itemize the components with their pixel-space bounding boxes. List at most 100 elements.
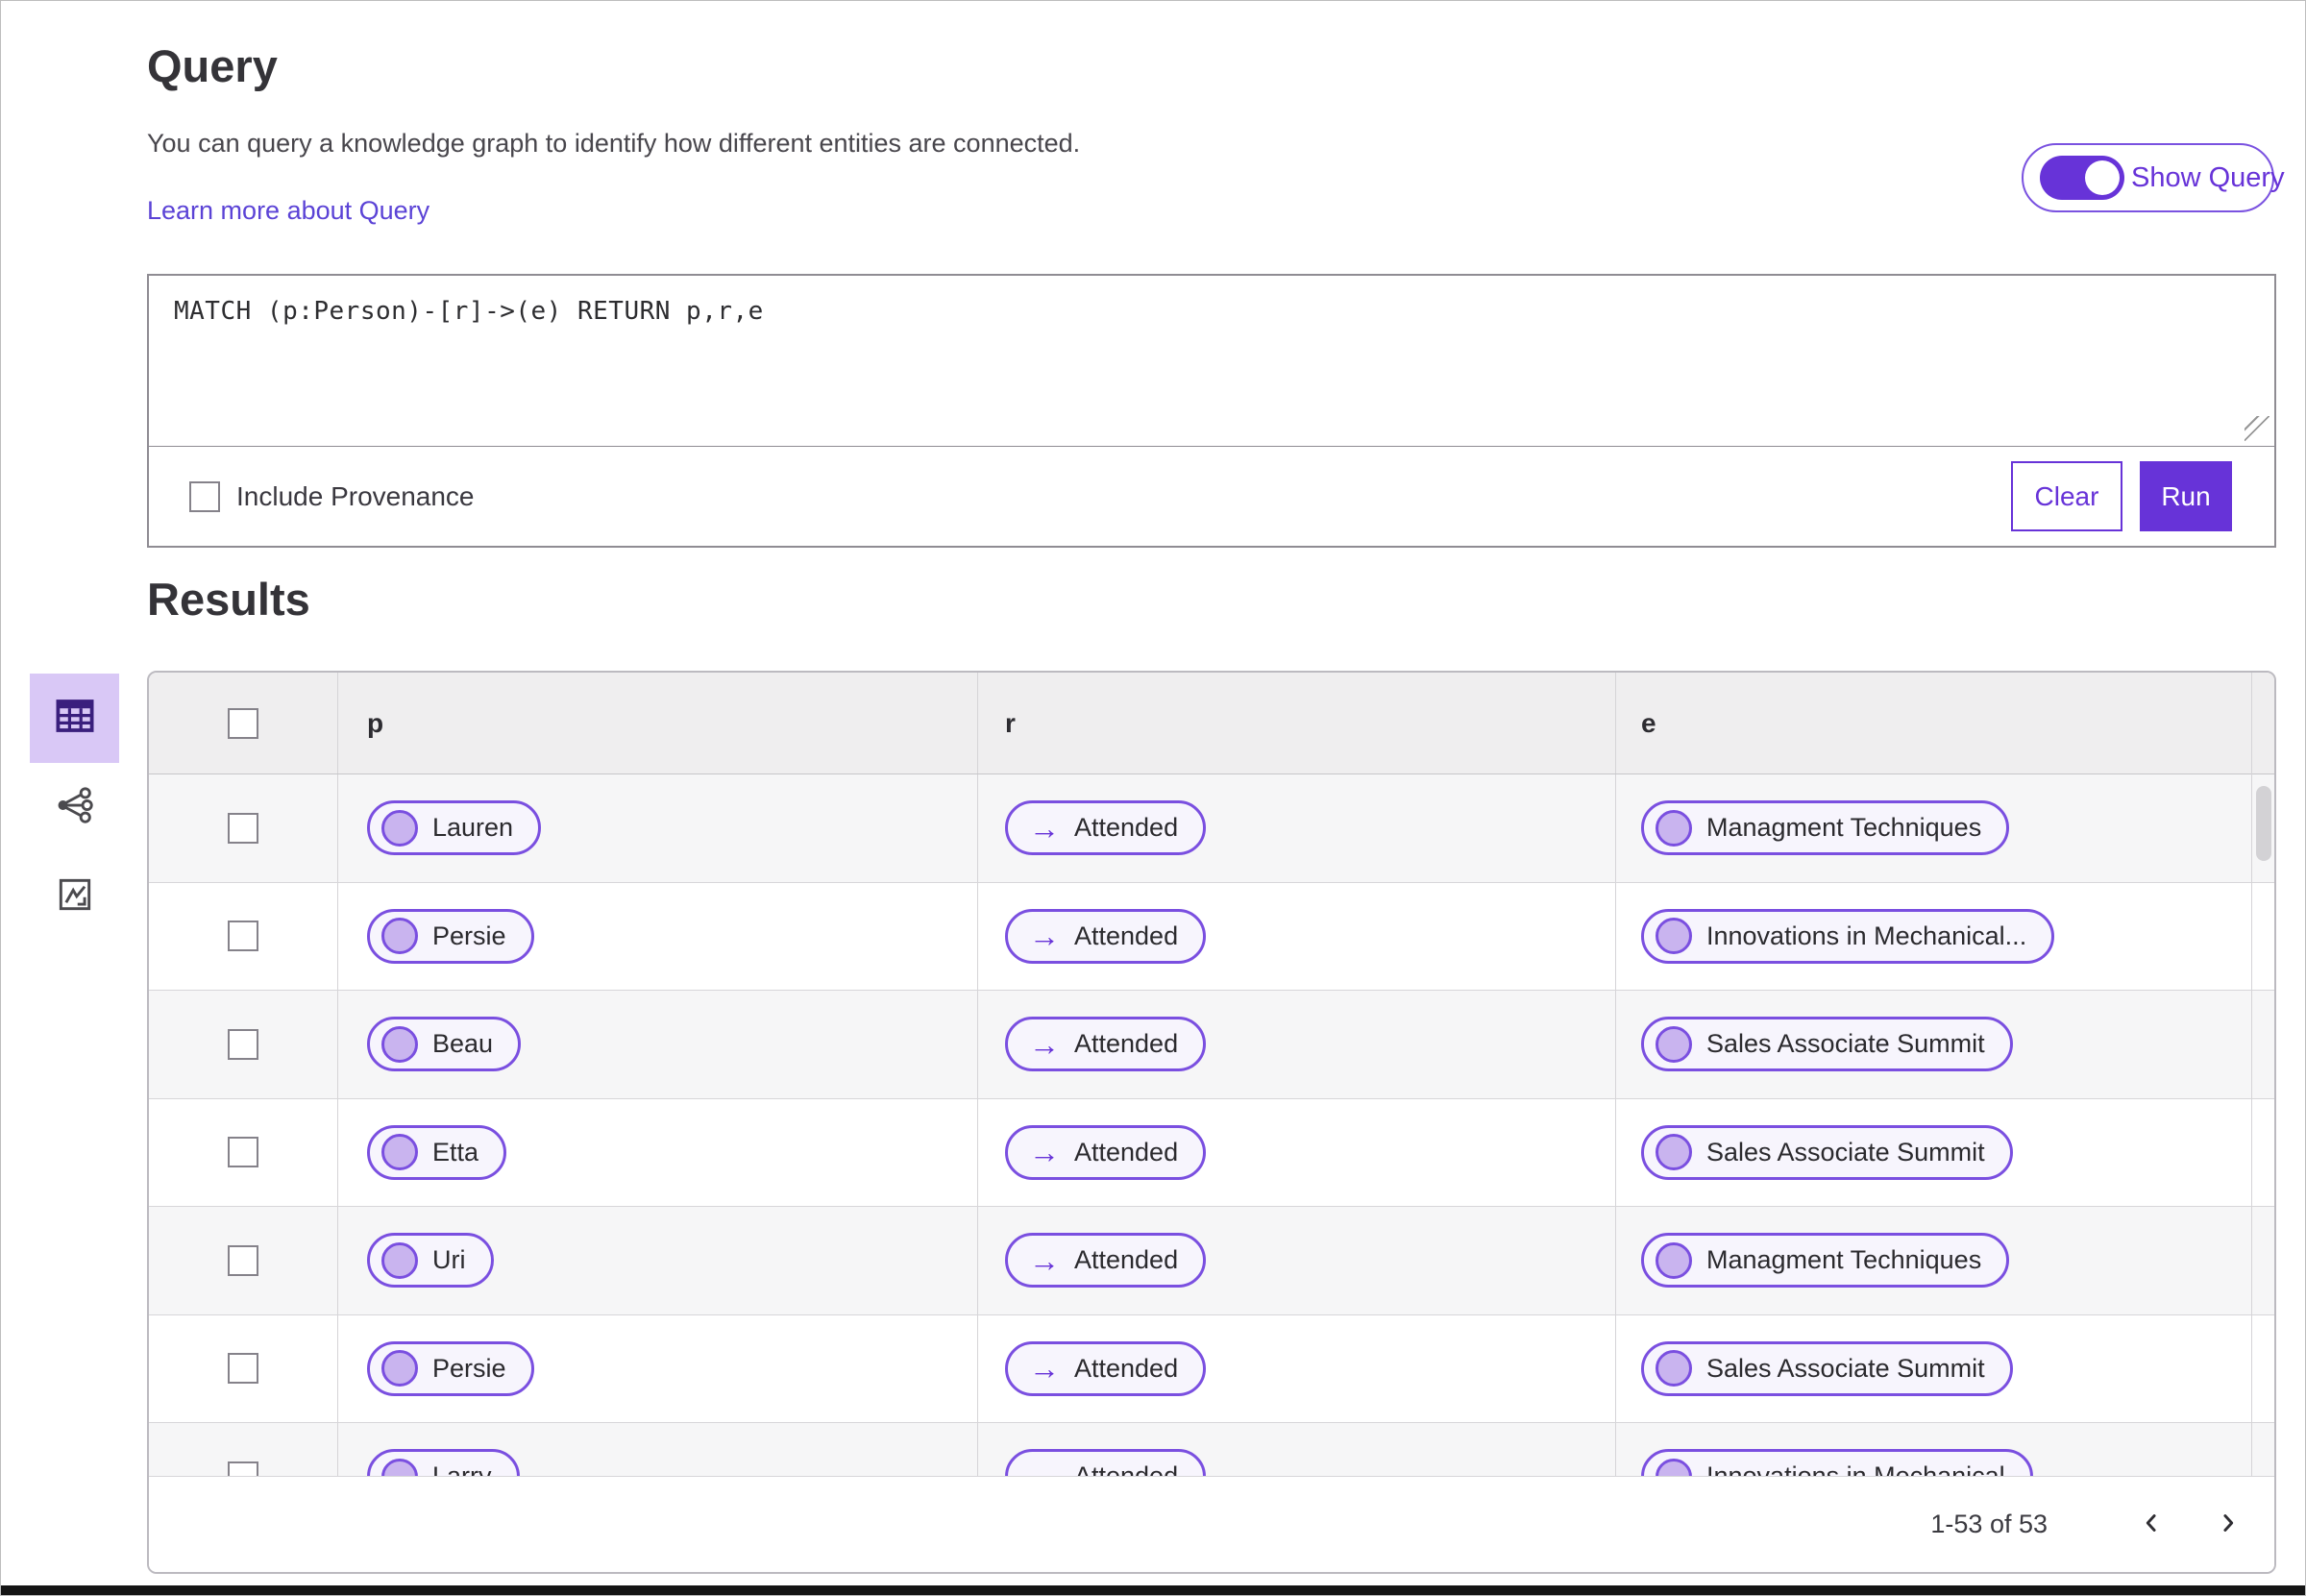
row-checkbox[interactable] <box>228 1244 258 1276</box>
entity-pill[interactable]: Lauren <box>367 800 542 856</box>
toggle-knob <box>2085 160 2120 195</box>
node-circle-icon <box>1656 1350 1692 1387</box>
show-query-label: Show Query <box>2131 161 2285 193</box>
relationship-pill[interactable]: → Attended <box>1005 800 1207 856</box>
cell-e: Sales Associate Summit <box>1615 1314 2274 1422</box>
next-page-button[interactable] <box>2205 1502 2251 1548</box>
cell-r: → Attended <box>977 882 1615 990</box>
query-editor: MATCH (p:Person)-[r]->(e) RETURN p,r,e <box>149 276 2274 447</box>
relationship-pill[interactable]: → Attended <box>1005 1449 1207 1478</box>
scrollbar-thumb[interactable] <box>2256 786 2271 861</box>
arrow-right-icon: → <box>1029 1135 1060 1170</box>
entity-pill[interactable]: Sales Associate Summit <box>1641 1340 2013 1396</box>
row-checkbox[interactable] <box>228 1353 258 1385</box>
scrollbar-track <box>2251 673 2252 1478</box>
view-tile-network[interactable] <box>30 763 119 852</box>
learn-more-link[interactable]: Learn more about Query <box>147 196 429 226</box>
row-checkbox[interactable] <box>228 812 258 844</box>
arrow-right-icon: → <box>1029 810 1060 846</box>
relationship-pill[interactable]: → Attended <box>1005 908 1207 964</box>
page-description: You can query a knowledge graph to ident… <box>147 129 1081 158</box>
entity-pill[interactable]: Sales Associate Summit <box>1641 1017 2013 1072</box>
relationship-pill[interactable]: → Attended <box>1005 1233 1207 1289</box>
toggle-on-icon[interactable] <box>2040 156 2124 200</box>
show-query-toggle[interactable]: Show Query <box>2022 143 2285 212</box>
results-table: p r e Lauren → Attended Managment Techni… <box>147 671 2276 1574</box>
cell-e: Innovations in Mechanical <box>1615 1423 2274 1478</box>
node-circle-icon <box>1656 918 1692 955</box>
column-header-r[interactable]: r <box>977 673 1615 773</box>
query-panel: MATCH (p:Person)-[r]->(e) RETURN p,r,e I… <box>147 274 2276 548</box>
table-row: Persie → Attended Sales Associate Summit <box>149 1314 2274 1423</box>
node-circle-icon <box>1656 809 1692 847</box>
column-header-e[interactable]: e <box>1615 673 2274 773</box>
arrow-right-icon: → <box>1029 1026 1060 1062</box>
entity-pill[interactable]: Managment Techniques <box>1641 800 2010 856</box>
cell-r: → Attended <box>977 1314 1615 1422</box>
query-input[interactable]: MATCH (p:Person)-[r]->(e) RETURN p,r,e <box>149 276 2274 446</box>
row-checkbox[interactable] <box>228 1137 258 1168</box>
entity-pill[interactable]: Persie <box>367 908 534 964</box>
network-icon <box>53 783 97 832</box>
table-footer: 1-53 of 53 <box>149 1476 2274 1572</box>
resize-grip-icon[interactable] <box>2245 416 2269 441</box>
cell-p: Uri <box>337 1207 977 1314</box>
entity-pill[interactable]: Innovations in Mechanical... <box>1641 908 2055 964</box>
chevron-right-icon <box>2214 1509 2243 1540</box>
row-checkbox-cell <box>149 1315 337 1423</box>
entity-pill[interactable]: Etta <box>367 1124 507 1180</box>
cell-e: Managment Techniques <box>1615 774 2274 882</box>
header-checkbox-cell <box>149 673 337 773</box>
include-provenance-checkbox[interactable] <box>189 480 220 512</box>
table-row: Uri → Attended Managment Techniques <box>149 1207 2274 1315</box>
cell-e: Managment Techniques <box>1615 1207 2274 1314</box>
cell-p: Beau <box>337 991 977 1098</box>
row-checkbox[interactable] <box>228 1028 258 1060</box>
entity-pill[interactable]: Managment Techniques <box>1641 1233 2010 1289</box>
node-circle-icon <box>381 1350 418 1387</box>
entity-pill[interactable]: Beau <box>367 1017 522 1072</box>
entity-pill[interactable]: Uri <box>367 1233 494 1289</box>
view-tile-table[interactable] <box>30 674 119 763</box>
table-row: Lauren → Attended Managment Techniques <box>149 774 2274 883</box>
previous-page-button[interactable] <box>2128 1502 2174 1548</box>
column-header-p[interactable]: p <box>337 673 977 773</box>
table-row: Beau → Attended Sales Associate Summit <box>149 991 2274 1099</box>
chart-icon <box>54 873 96 921</box>
window-bottom-edge <box>1 1585 2305 1595</box>
entity-pill[interactable]: Persie <box>367 1340 534 1396</box>
include-provenance-option[interactable]: Include Provenance <box>189 480 475 512</box>
node-circle-icon <box>381 1241 418 1279</box>
arrow-right-icon: → <box>1029 1351 1060 1387</box>
cell-r: → Attended <box>977 774 1615 882</box>
node-circle-icon <box>1656 1241 1692 1279</box>
table-icon <box>52 693 98 744</box>
cell-p: Persie <box>337 882 977 990</box>
cell-p: Larry <box>337 1423 977 1478</box>
node-circle-icon <box>381 1134 418 1171</box>
entity-pill[interactable]: Larry <box>367 1449 520 1478</box>
chevron-left-icon <box>2137 1509 2166 1540</box>
row-checkbox[interactable] <box>228 921 258 952</box>
cell-r: → Attended <box>977 1423 1615 1478</box>
clear-button[interactable]: Clear <box>2011 461 2122 531</box>
row-checkbox-cell <box>149 991 337 1098</box>
entity-pill[interactable]: Sales Associate Summit <box>1641 1124 2013 1180</box>
row-checkbox-cell <box>149 1207 337 1314</box>
node-circle-icon <box>1656 1025 1692 1063</box>
relationship-pill[interactable]: → Attended <box>1005 1340 1207 1396</box>
relationship-pill[interactable]: → Attended <box>1005 1017 1207 1072</box>
node-circle-icon <box>381 1458 418 1478</box>
view-tile-chart[interactable] <box>30 852 119 942</box>
cell-p: Persie <box>337 1314 977 1422</box>
entity-pill[interactable]: Innovations in Mechanical <box>1641 1449 2033 1478</box>
relationship-pill[interactable]: → Attended <box>1005 1124 1207 1180</box>
cell-e: Sales Associate Summit <box>1615 991 2274 1098</box>
table-header-row: p r e <box>149 673 2274 774</box>
node-circle-icon <box>381 918 418 955</box>
run-button[interactable]: Run <box>2140 461 2232 531</box>
cell-r: → Attended <box>977 991 1615 1098</box>
select-all-checkbox[interactable] <box>228 707 258 739</box>
page-title: Query <box>147 40 278 91</box>
cell-r: → Attended <box>977 1098 1615 1206</box>
